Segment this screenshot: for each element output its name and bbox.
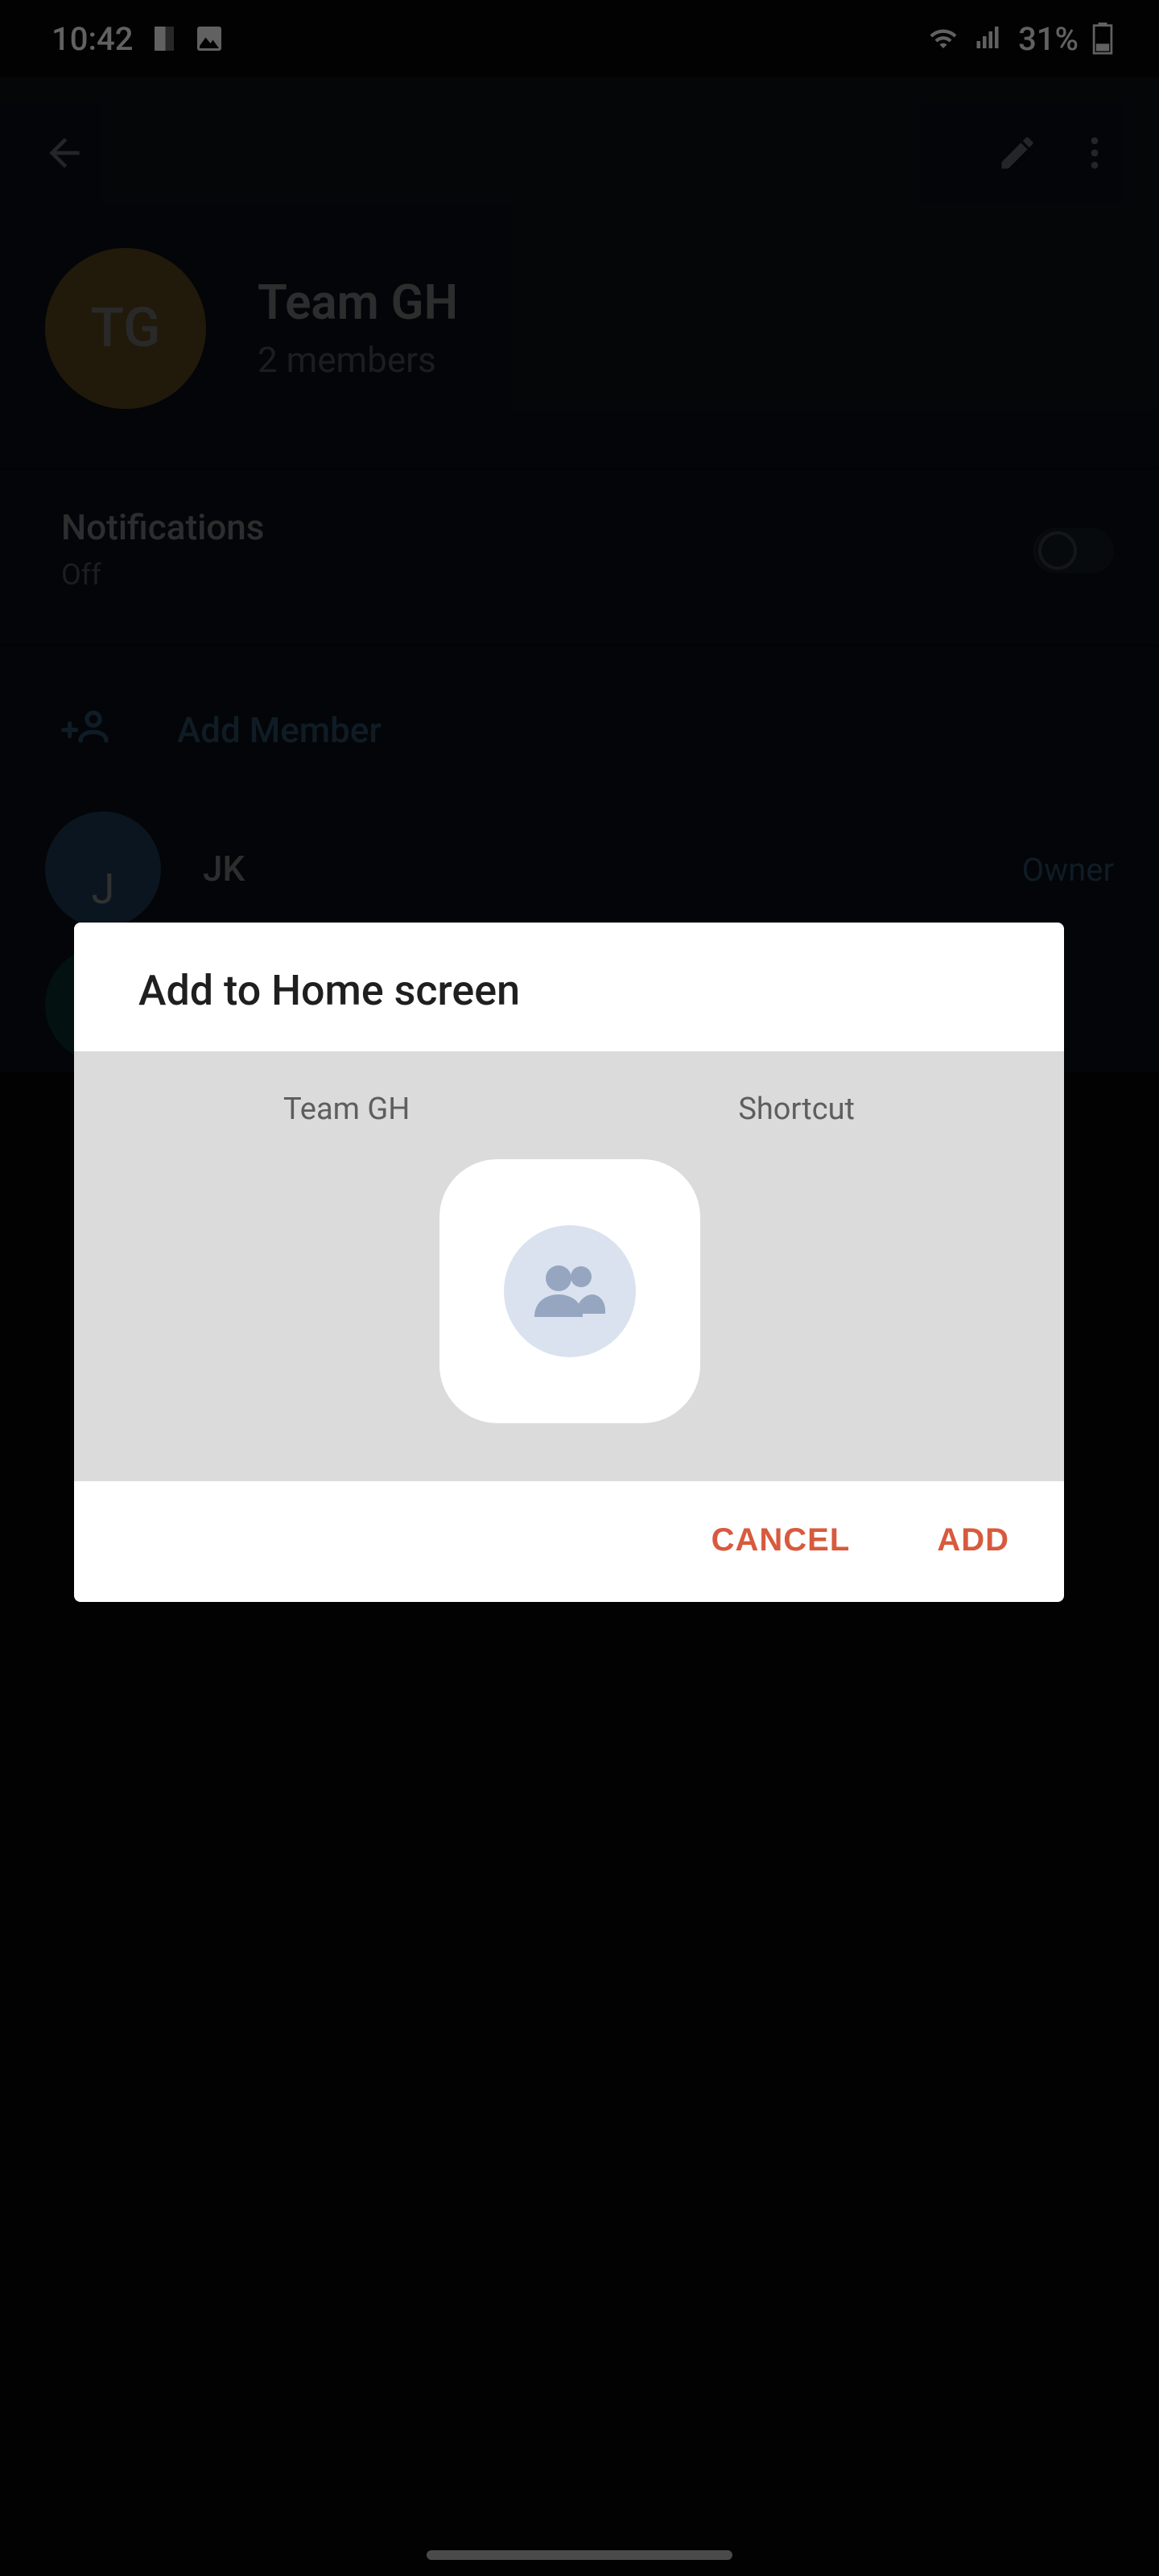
add-to-home-dialog: Add to Home screen Team GH Shortcut CANC… xyxy=(74,923,1064,1602)
shortcut-preview-icon xyxy=(503,1225,635,1357)
cancel-button[interactable]: CANCEL xyxy=(711,1523,851,1560)
dialog-body: Team GH Shortcut xyxy=(74,1051,1064,1481)
preview-name-label: Team GH xyxy=(283,1090,410,1127)
dialog-actions: CANCEL ADD xyxy=(74,1481,1064,1602)
add-button[interactable]: ADD xyxy=(937,1523,1009,1560)
shortcut-preview-tile xyxy=(439,1159,699,1423)
gesture-nav-bar[interactable] xyxy=(427,2550,732,2560)
dialog-title: Add to Home screen xyxy=(74,923,1064,1051)
preview-shortcut-label: Shortcut xyxy=(738,1090,855,1127)
